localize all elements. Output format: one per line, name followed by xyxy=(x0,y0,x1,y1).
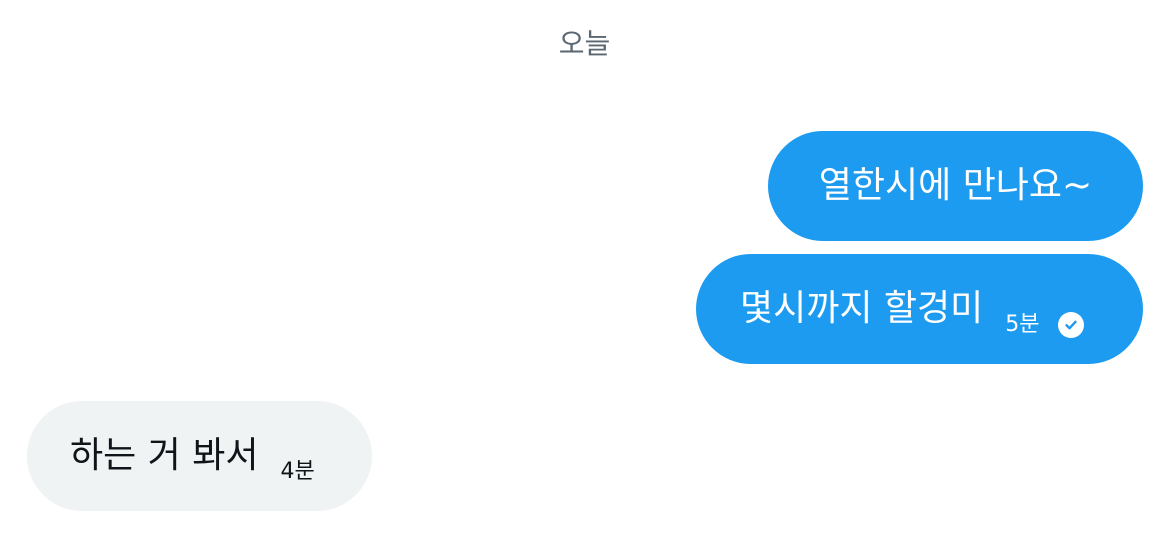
message-text: 열한시에 만나요~ xyxy=(818,165,1093,206)
message-text: 몇시까지 할겅미 xyxy=(740,288,984,329)
received-message-bubble[interactable]: 하는 거 봐서 4분 xyxy=(27,401,372,511)
message-timestamp: 4분 xyxy=(280,459,315,484)
conversation-view: 오늘 열한시에 만나요~ 몇시까지 할겅미 5분 하는 거 봐서 4분 xyxy=(0,0,1169,533)
check-circle-icon xyxy=(1057,312,1084,338)
message-text: 하는 거 봐서 xyxy=(70,435,259,476)
message-meta: 4분 xyxy=(281,459,315,485)
sent-message-bubble[interactable]: 열한시에 만나요~ xyxy=(768,131,1143,241)
message-meta: 5분 xyxy=(1005,312,1084,338)
sent-message-bubble[interactable]: 몇시까지 할겅미 5분 xyxy=(696,254,1143,364)
message-timestamp: 5분 xyxy=(1005,312,1040,337)
date-separator: 오늘 xyxy=(558,27,611,60)
